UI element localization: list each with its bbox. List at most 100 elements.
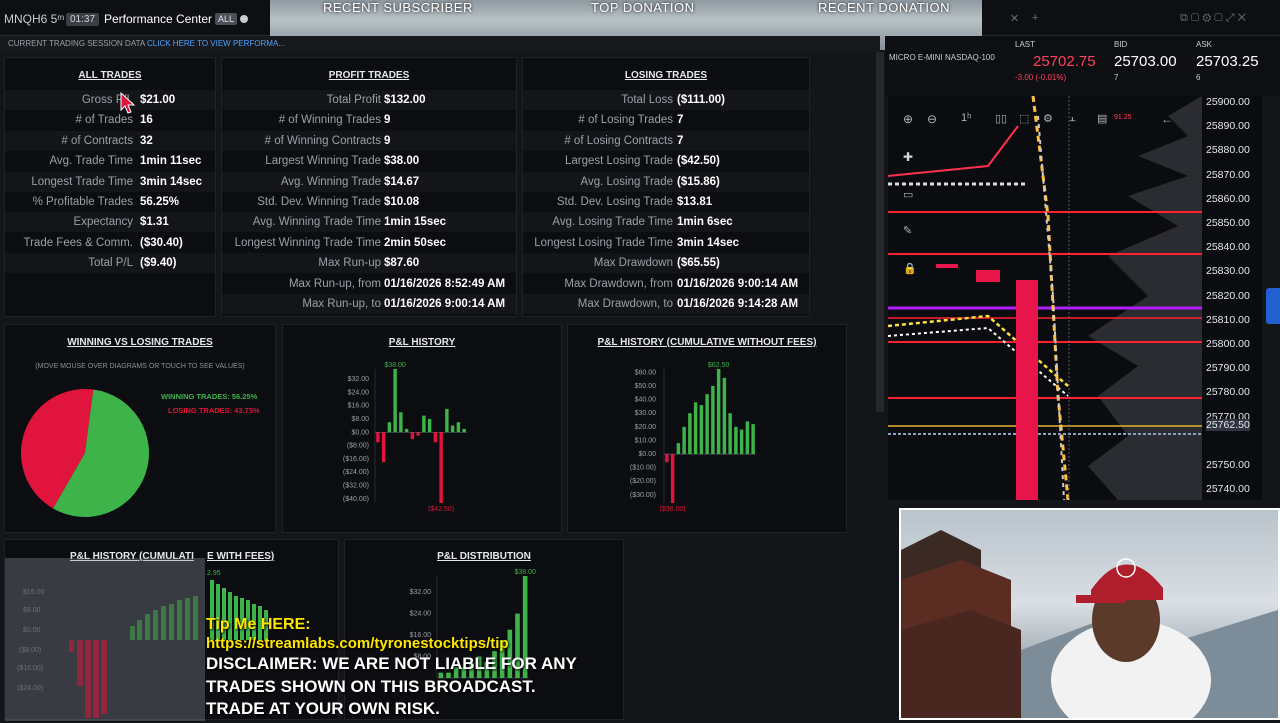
bar[interactable] bbox=[456, 422, 461, 433]
svg-text:$16.00: $16.00 bbox=[23, 589, 45, 596]
bar[interactable] bbox=[699, 405, 704, 455]
chart-toolbar: ⊕ ⊖ 1ʰ ▯▯ ⬚ ⚙ ⫠ ▤ 91.25 ← bbox=[893, 100, 1183, 140]
all-trades-row-value: ($30.40) bbox=[140, 236, 183, 249]
winning-trades-legend: WINNING TRADES: 56.25% bbox=[161, 392, 258, 401]
price-chart[interactable] bbox=[887, 95, 1202, 501]
max-bar-label: $62.50 bbox=[708, 362, 730, 369]
settings-icon[interactable]: ⚙ bbox=[1043, 112, 1053, 125]
bar[interactable] bbox=[381, 432, 386, 463]
bar[interactable] bbox=[739, 429, 744, 455]
svg-text:($24.00): ($24.00) bbox=[17, 685, 43, 692]
bar[interactable] bbox=[682, 426, 686, 455]
bar[interactable] bbox=[688, 413, 692, 455]
window-controls[interactable]: ⧉ ▢ ⚙ ▢ ⤢ ✕ bbox=[1180, 12, 1246, 25]
bar[interactable] bbox=[427, 418, 432, 433]
losing-trades-row-value: ($42.50) bbox=[677, 155, 720, 168]
webcam-scene-image bbox=[901, 530, 1278, 723]
lock-icon[interactable]: 🔒 bbox=[903, 262, 917, 275]
all-trades-row: Total P/L ($9.40) bbox=[5, 253, 215, 274]
losing-trades-row: Max Drawdown, to 01/16/2026 9:14:28 AM bbox=[523, 294, 809, 314]
bar[interactable] bbox=[416, 432, 420, 436]
timeframe-icon[interactable]: 1ʰ bbox=[961, 112, 971, 124]
ruler-icon[interactable]: ▭ bbox=[903, 188, 913, 201]
bar[interactable] bbox=[665, 454, 669, 463]
bar[interactable] bbox=[422, 415, 426, 433]
bar[interactable] bbox=[670, 454, 675, 503]
add-tab-icon[interactable]: + bbox=[1032, 12, 1038, 24]
price-chart-canvas[interactable] bbox=[887, 95, 1202, 501]
all-trades-row-value: 1min 11sec bbox=[140, 155, 202, 168]
zoom-out-icon[interactable]: ⊖ bbox=[927, 112, 937, 126]
bar[interactable] bbox=[387, 422, 392, 433]
vertical-scrollbar[interactable] bbox=[876, 52, 884, 412]
bar[interactable] bbox=[439, 432, 443, 503]
bar[interactable] bbox=[734, 426, 738, 455]
bar[interactable] bbox=[693, 402, 698, 455]
back-arrow-icon[interactable]: ← bbox=[1161, 112, 1173, 126]
all-trades-row: Gross P/L $21.00 bbox=[5, 90, 215, 110]
candles-icon[interactable]: ▯▯ bbox=[995, 112, 1007, 125]
price-scale-label: 25790.00 bbox=[1206, 362, 1250, 375]
indicators-icon[interactable]: ⫠ bbox=[1069, 112, 1076, 125]
bar[interactable] bbox=[728, 413, 732, 455]
win-loss-pie[interactable] bbox=[5, 325, 277, 534]
price-scale-label: 25900.00 bbox=[1206, 96, 1250, 108]
bar[interactable] bbox=[705, 394, 709, 455]
pl-history-panel: P&L HISTORY $32.00 $24.00 $16.00 $8.00 $0.00… bbox=[282, 324, 562, 533]
tip-url[interactable]: https://streamlabs.com/tyronestocktips/t… bbox=[206, 635, 509, 652]
y-tick-label: $0.00 bbox=[351, 429, 369, 436]
pl-cumulative-chart[interactable]: $60.00 $50.00 $40.00 $30.00 $20.00 $10.00 $0.0… bbox=[568, 325, 848, 534]
profit-trades-row-value: 1min 15sec bbox=[384, 216, 447, 229]
bar[interactable] bbox=[450, 425, 455, 433]
zoom-in-icon[interactable]: ⊕ bbox=[903, 112, 913, 126]
instrument-symbol[interactable]: MNQH6 5ᵐ bbox=[4, 12, 64, 26]
bar[interactable] bbox=[676, 443, 681, 455]
bar[interactable] bbox=[404, 428, 409, 433]
profit-trades-row: Longest Winning Trade Time 2min 50sec bbox=[222, 233, 516, 253]
svg-text:($16.00): ($16.00) bbox=[17, 665, 43, 672]
bar[interactable] bbox=[433, 432, 438, 443]
y-tick-label: $30.00 bbox=[635, 410, 657, 417]
ticker-chip: 91.25 bbox=[1114, 114, 1132, 121]
bar[interactable] bbox=[462, 428, 466, 433]
max-bar-label: $38.00 bbox=[384, 362, 406, 369]
svg-text:($8.00): ($8.00) bbox=[19, 647, 41, 654]
y-tick-label: $32.00 bbox=[348, 376, 370, 383]
min-bar-label: ($36.00) bbox=[660, 506, 686, 513]
price-scale-label: 25750.00 bbox=[1206, 459, 1250, 471]
pencil-icon[interactable]: ✎ bbox=[903, 224, 912, 237]
bar[interactable] bbox=[711, 386, 715, 455]
bar[interactable] bbox=[745, 421, 750, 455]
view-performance-link[interactable]: CLICK HERE TO VIEW PERFORMA... bbox=[147, 39, 285, 48]
profit-trades-row-value: $14.67 bbox=[384, 175, 420, 188]
bar[interactable] bbox=[376, 432, 380, 443]
losing-trades-row-value: ($65.55) bbox=[677, 257, 720, 270]
all-trades-row-label: Longest Trade Time bbox=[31, 175, 133, 188]
y-tick-label: ($20.00) bbox=[630, 478, 656, 485]
select-icon[interactable]: ⬚ bbox=[1019, 112, 1029, 125]
losing-trades-row-label: Max Drawdown, to bbox=[577, 298, 673, 310]
pl-history-chart[interactable]: $32.00 $24.00 $16.00 $8.00 $0.00 ($8.00) ($16.… bbox=[283, 325, 563, 534]
bar[interactable] bbox=[716, 369, 721, 455]
drawing-toolbar: ✚ ▭ ✎ 🔒 bbox=[897, 148, 923, 280]
price-scale-label: 25850.00 bbox=[1206, 217, 1250, 229]
pl-cumulative-panel: P&L HISTORY (CUMULATIVE WITHOUT FEES) $6… bbox=[567, 324, 847, 533]
bar[interactable] bbox=[399, 412, 403, 433]
bar[interactable] bbox=[445, 408, 449, 433]
profit-trades-row-value: $10.08 bbox=[384, 196, 420, 208]
bar[interactable] bbox=[393, 369, 397, 433]
crosshair-icon[interactable]: ✚ bbox=[903, 150, 913, 164]
y-tick-label: ($30.00) bbox=[630, 492, 656, 499]
bar[interactable] bbox=[722, 377, 727, 455]
side-tab[interactable] bbox=[1266, 288, 1280, 324]
price-scale[interactable]: 25900.00 25890.00 25880.00 25870.00 25860.00… bbox=[1202, 96, 1262, 500]
losing-trades-row-value: 3min 14sec bbox=[677, 236, 740, 249]
losing-trades-row-label: Avg. Losing Trade bbox=[580, 175, 674, 188]
close-icon[interactable]: ✕ bbox=[1010, 12, 1019, 25]
profit-trades-row-value: 9 bbox=[384, 114, 391, 127]
account-filter-badge[interactable]: ALL bbox=[215, 13, 238, 25]
layout-icon[interactable]: ▤ bbox=[1097, 112, 1107, 125]
bar[interactable] bbox=[410, 432, 415, 439]
bar[interactable] bbox=[751, 424, 755, 455]
profit-trades-row: Largest Winning Trade $38.00 bbox=[222, 151, 516, 171]
